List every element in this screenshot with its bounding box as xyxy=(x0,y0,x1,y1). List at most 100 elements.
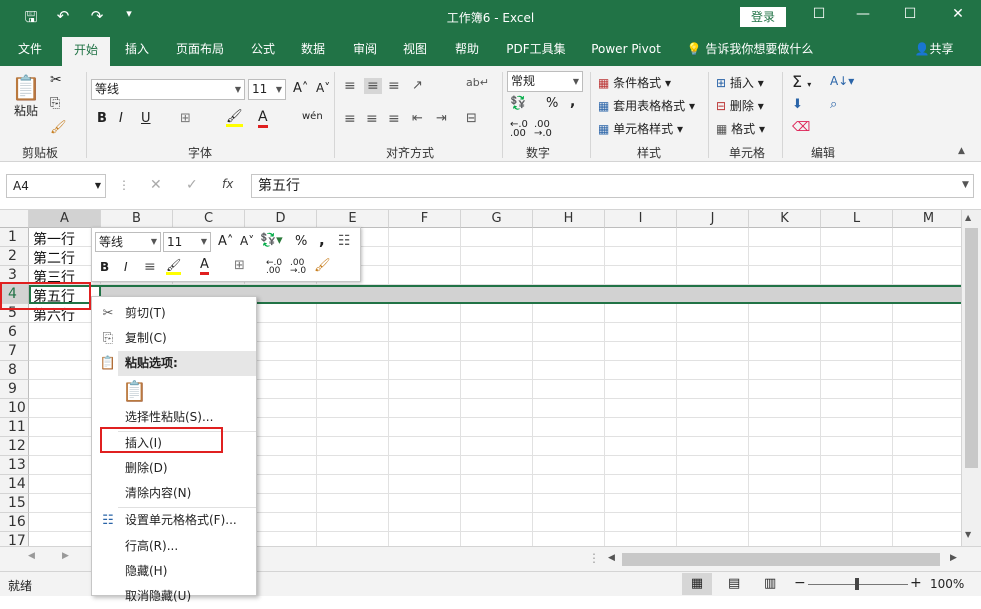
tab-power-pivot[interactable]: Power Pivot xyxy=(586,34,666,66)
row-header-10[interactable]: 10 xyxy=(0,399,29,418)
decrease-indent-icon[interactable]: ⇤ xyxy=(412,111,423,126)
column-header-a[interactable]: A xyxy=(29,210,101,228)
scroll-right-icon[interactable]: ▶ xyxy=(950,553,957,563)
clear-icon[interactable]: ⌫ xyxy=(792,120,810,135)
cell-a2[interactable]: 第二行 xyxy=(33,248,75,268)
menu-item-delete[interactable]: 删除(D) xyxy=(92,456,256,481)
share-button[interactable]: 👤共享 xyxy=(908,34,960,66)
row-header-16[interactable]: 16 xyxy=(0,513,29,532)
find-select-icon[interactable]: ⌕ xyxy=(830,97,837,112)
formula-input[interactable]: 第五行 xyxy=(251,174,974,198)
row-header-8[interactable]: 8 xyxy=(0,361,29,380)
row-header-9[interactable]: 9 xyxy=(0,380,29,399)
normal-view-button[interactable]: ▦ xyxy=(682,573,712,595)
font-color-icon[interactable]: A xyxy=(258,109,268,128)
increase-decimal-icon[interactable]: ←.0.00 xyxy=(510,120,528,139)
vertical-scrollbar[interactable]: ▲ ▼ xyxy=(961,210,981,546)
cell-a1[interactable]: 第一行 xyxy=(33,229,75,249)
close-icon[interactable]: ✕ xyxy=(943,6,973,26)
mini-increase-font-icon[interactable]: A˄ xyxy=(218,234,233,249)
tab-pdf-tools[interactable]: PDF工具集 xyxy=(500,34,572,66)
row-header-6[interactable]: 6 xyxy=(0,323,29,342)
collapse-ribbon-icon[interactable]: ▲ xyxy=(958,146,965,156)
font-size-combo[interactable]: 11 ▼ xyxy=(248,79,286,100)
page-break-view-icon[interactable]: ▥ xyxy=(764,576,776,591)
mini-font-name-combo[interactable]: 等线 ▼ xyxy=(95,232,161,252)
menu-item-hide[interactable]: 隐藏(H) xyxy=(92,559,256,584)
horizontal-scroll-thumb[interactable] xyxy=(622,553,940,566)
copy-icon[interactable]: ⎘ xyxy=(50,96,60,111)
column-header-d[interactable]: D xyxy=(245,210,317,228)
orientation-icon[interactable]: ↗ xyxy=(412,78,423,93)
row-header-1[interactable]: 1 xyxy=(0,228,29,247)
format-as-table-button[interactable]: ▦ 套用表格格式 ▾ xyxy=(598,97,695,114)
vertical-scroll-thumb[interactable] xyxy=(965,228,978,468)
row-header-14[interactable]: 14 xyxy=(0,475,29,494)
zoom-out-icon[interactable]: − xyxy=(794,575,806,591)
bold-button[interactable]: B xyxy=(97,111,107,126)
phonetic-icon[interactable]: wén xyxy=(302,111,323,122)
mini-comma-style-icon[interactable]: , xyxy=(319,231,325,249)
menu-item-format-cells[interactable]: ☷ 设置单元格格式(F)... xyxy=(92,508,256,533)
column-header-f[interactable]: F xyxy=(389,210,461,228)
paste-option-button[interactable]: 📋 xyxy=(92,377,256,407)
confirm-entry-icon[interactable]: ✓ xyxy=(186,177,198,193)
tab-home[interactable]: 开始 xyxy=(62,37,110,66)
mini-fill-color-icon[interactable]: 🖌 xyxy=(166,258,182,275)
login-button[interactable]: 登录 xyxy=(740,7,786,27)
column-header-b[interactable]: B xyxy=(101,210,173,228)
mini-font-color-icon[interactable]: A xyxy=(200,257,209,275)
align-middle-icon[interactable]: ≡ xyxy=(364,78,382,94)
scroll-down-icon[interactable]: ▼ xyxy=(965,530,971,539)
conditional-formatting-button[interactable]: ▦ 条件格式 ▾ xyxy=(598,74,671,91)
tab-formulas[interactable]: 公式 xyxy=(244,34,282,66)
row-header-12[interactable]: 12 xyxy=(0,437,29,456)
tab-page-layout[interactable]: 页面布局 xyxy=(168,34,232,66)
tab-data[interactable]: 数据 xyxy=(294,34,332,66)
align-right-icon[interactable]: ≡ xyxy=(388,111,400,127)
autosum-icon[interactable]: Σ ▾ xyxy=(792,72,811,91)
increase-indent-icon[interactable]: ⇥ xyxy=(436,111,447,126)
column-header-c[interactable]: C xyxy=(173,210,245,228)
column-header-i[interactable]: I xyxy=(605,210,677,228)
underline-button[interactable]: U xyxy=(141,111,151,126)
delete-cells-button[interactable]: ⊟ 删除 ▾ xyxy=(716,97,764,114)
menu-item-copy[interactable]: ⎘ 复制(C) xyxy=(92,326,256,351)
mini-center-icon[interactable]: ≡ xyxy=(144,259,156,275)
select-all-corner[interactable] xyxy=(0,210,29,228)
cut-icon[interactable]: ✂ xyxy=(50,72,62,88)
column-header-k[interactable]: K xyxy=(749,210,821,228)
zoom-level[interactable]: 100% xyxy=(930,577,964,591)
accounting-format-icon[interactable]: 💱 xyxy=(510,96,526,111)
font-name-combo[interactable]: 等线 ▼ xyxy=(91,79,245,100)
increase-font-icon[interactable]: A˄ xyxy=(293,81,308,96)
zoom-in-icon[interactable]: + xyxy=(910,575,922,591)
minimize-icon[interactable]: — xyxy=(848,6,878,26)
comma-style-icon[interactable]: , xyxy=(570,94,575,110)
menu-item-clear-contents[interactable]: 清除内容(N) xyxy=(92,481,256,506)
align-center-icon[interactable]: ≡ xyxy=(366,111,378,127)
format-painter-icon[interactable]: 🖌 xyxy=(50,120,67,135)
menu-item-cut[interactable]: ✂ 剪切(T) xyxy=(92,301,256,326)
column-header-m[interactable]: M xyxy=(893,210,961,228)
merge-center-icon[interactable]: ⊟ xyxy=(466,111,477,126)
paste-button[interactable]: 📋 粘贴 xyxy=(10,74,42,119)
row-header-7[interactable]: 7 xyxy=(0,342,29,361)
mini-borders-icon[interactable]: ⊞ xyxy=(234,258,245,273)
page-layout-view-icon[interactable]: ▤ xyxy=(728,576,740,591)
tab-split-grip-icon[interactable]: ⋮ xyxy=(588,551,600,565)
fill-icon[interactable]: ⬇ xyxy=(792,97,803,112)
mini-percent-icon[interactable]: % xyxy=(295,234,307,249)
tell-me-box[interactable]: 💡 告诉我你想要做什么 xyxy=(684,34,816,66)
tab-file[interactable]: 文件 xyxy=(8,34,52,66)
prev-sheet-icon[interactable]: ◀ xyxy=(28,551,35,561)
cell-styles-button[interactable]: ▦ 单元格样式 ▾ xyxy=(598,120,683,137)
format-cells-button[interactable]: ▦ 格式 ▾ xyxy=(716,120,765,137)
column-header-j[interactable]: J xyxy=(677,210,749,228)
cancel-entry-icon[interactable]: ✕ xyxy=(150,177,162,193)
column-header-g[interactable]: G xyxy=(461,210,533,228)
maximize-icon[interactable]: ☐ xyxy=(895,6,925,26)
insert-cells-button[interactable]: ⊞ 插入 ▾ xyxy=(716,74,764,91)
mini-accounting-format-icon[interactable]: 💱▾ xyxy=(260,233,283,248)
mini-italic-button[interactable]: I xyxy=(124,260,128,274)
